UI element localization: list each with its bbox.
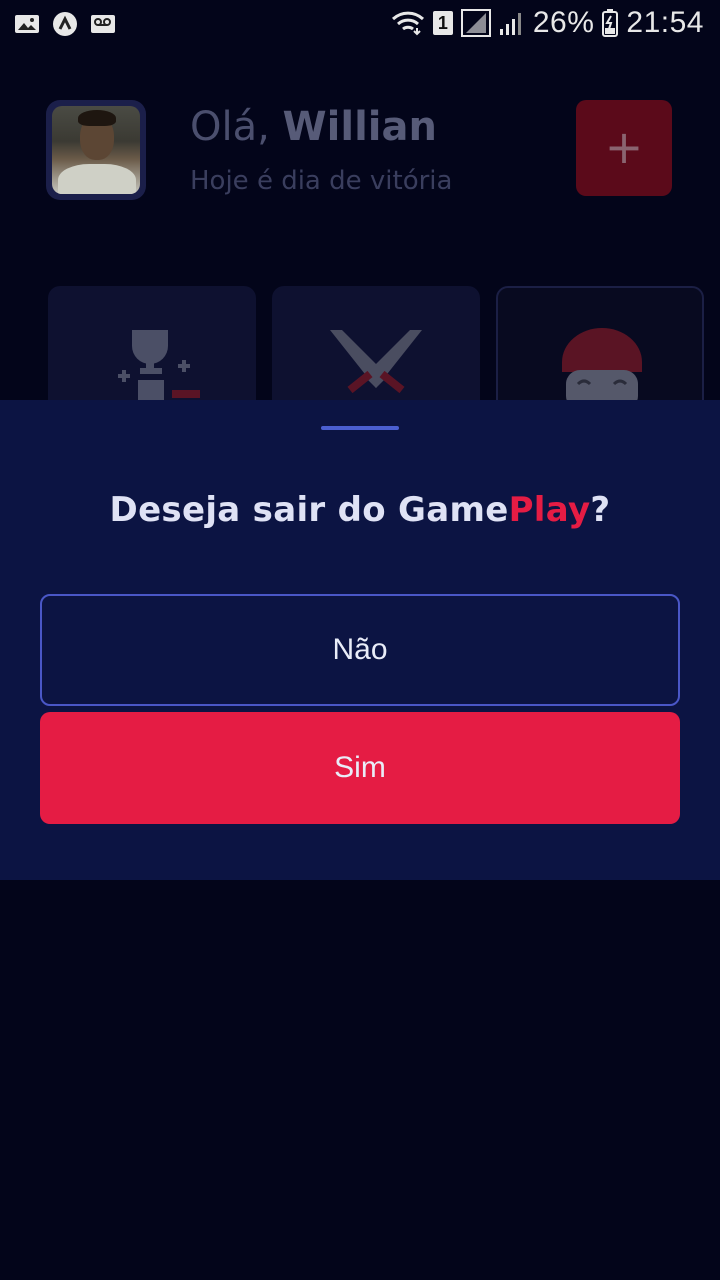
sheet-title: Deseja sair do GamePlay? xyxy=(0,490,720,530)
greeting-subtitle: Hoje é dia de vitória xyxy=(190,166,453,196)
swords-icon xyxy=(330,330,422,394)
title-suffix: ? xyxy=(590,490,611,530)
sheet-drag-handle[interactable] xyxy=(321,426,399,430)
category-ranked[interactable] xyxy=(48,286,256,416)
avatar[interactable] xyxy=(46,100,146,200)
app-icon xyxy=(53,12,77,36)
signal-icon xyxy=(499,13,521,35)
title-accent: Play xyxy=(508,490,591,530)
battery-percent: 26% xyxy=(532,6,595,39)
no-button[interactable]: Não xyxy=(40,594,680,706)
voicemail-icon xyxy=(91,15,115,33)
user-photo xyxy=(52,106,140,194)
signal-empty-icon xyxy=(460,9,491,37)
battery-icon xyxy=(602,9,619,37)
character-icon xyxy=(562,328,642,410)
signout-sheet: Deseja sair do GamePlay? Não Sim xyxy=(0,400,720,880)
gallery-icon xyxy=(15,15,39,33)
title-prefix: Deseja sair do Game xyxy=(109,490,509,530)
category-duel[interactable] xyxy=(272,286,480,416)
status-bar: 1 26% 21:54 xyxy=(0,0,720,50)
yes-button-label: Sim xyxy=(334,751,386,784)
clock: 21:54 xyxy=(626,6,704,39)
wifi-icon xyxy=(391,11,424,36)
category-fun[interactable] xyxy=(496,286,704,416)
user-name: Willian xyxy=(282,104,437,150)
sim-badge: 1 xyxy=(432,11,453,35)
trophy-icon xyxy=(118,330,200,400)
no-button-label: Não xyxy=(332,633,388,666)
add-appointment-button[interactable]: + xyxy=(576,100,672,196)
greeting-prefix: Olá, xyxy=(190,104,270,150)
yes-button[interactable]: Sim xyxy=(40,712,680,824)
greeting: Olá, Willian xyxy=(190,104,437,150)
